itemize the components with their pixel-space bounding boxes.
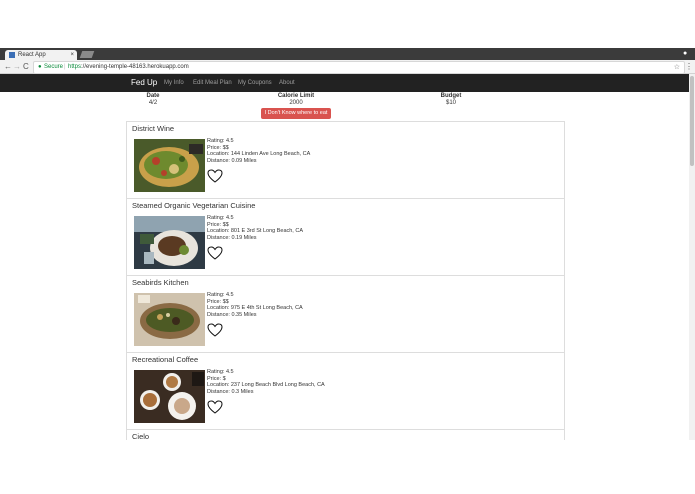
- react-favicon-icon: [9, 52, 15, 58]
- url-text: https://evening-temple-48163.herokuapp.c…: [68, 64, 189, 70]
- bookmark-star-icon[interactable]: ☆: [674, 62, 680, 73]
- tab-title: React App: [18, 52, 46, 58]
- heart-icon[interactable]: [207, 246, 223, 260]
- location: Location: 144 Linden Ave Long Beach, CA: [207, 151, 311, 157]
- nav-edit-meal-plan[interactable]: Edit Meal Plan: [193, 74, 232, 92]
- scrollbar-thumb[interactable]: [690, 76, 694, 166]
- new-tab-button[interactable]: [79, 51, 95, 58]
- restaurant-card: District Wine Rating: 4.5 Price: $$ Loca…: [126, 121, 565, 199]
- browser-menu-icon[interactable]: ⋮: [685, 61, 693, 72]
- nav-my-info[interactable]: My Info: [164, 74, 184, 92]
- distance: Distance: 0.09 Miles: [207, 157, 257, 164]
- tab-close-icon[interactable]: ×: [70, 50, 74, 60]
- restaurant-name[interactable]: Steamed Organic Vegetarian Cuisine: [132, 201, 255, 210]
- secure-label: Secure: [44, 64, 64, 70]
- lock-icon: ●: [38, 64, 42, 70]
- restaurant-details: Rating: 4.5 Price: $$ Location: 801 E 3r…: [207, 215, 303, 241]
- restaurant-details: Rating: 4.5 Price: $$ Location: 975 E 4t…: [207, 292, 303, 318]
- restaurant-name[interactable]: Recreational Coffee: [132, 355, 198, 364]
- browser-tab[interactable]: React App ×: [5, 50, 77, 60]
- calorie-limit-label: Calorie Limit: [277, 93, 315, 99]
- budget-label: Budget: [440, 93, 462, 99]
- date-value: 4/2: [148, 100, 158, 106]
- restaurant-card: Steamed Organic Vegetarian Cuisine Ratin…: [126, 198, 565, 276]
- heart-icon[interactable]: [207, 323, 223, 337]
- address-bar[interactable]: ● Secure | https://evening-temple-48163.…: [33, 61, 685, 74]
- brand-link[interactable]: Fed Up: [131, 74, 157, 92]
- coffee-cups-photo: [134, 370, 205, 423]
- calorie-limit-value: 2000: [289, 100, 303, 106]
- location: Location: 237 Long Beach Blvd Long Beach…: [207, 382, 325, 388]
- restaurant-details: Rating: 4.5 Price: $$ Location: 144 Lind…: [207, 138, 310, 164]
- address-separator: |: [64, 64, 66, 70]
- restaurant-card: Recreational Coffee Rating: 4.5 Price: $…: [126, 352, 565, 430]
- location: Location: 975 E 4th St Long Beach, CA: [207, 305, 303, 311]
- browser-tab-strip: [0, 48, 695, 60]
- random-restaurant-button[interactable]: I Don't Know where to eat: [261, 108, 331, 119]
- nav-about[interactable]: About: [279, 74, 295, 92]
- heart-icon[interactable]: [207, 400, 223, 414]
- budget-value: $10: [445, 100, 456, 106]
- vegetarian-plate-photo: [134, 216, 205, 269]
- location: Location: 801 E 3rd St Long Beach, CA: [207, 228, 304, 234]
- date-label: Date: [146, 93, 160, 99]
- restaurant-details: Rating: 4.5 Price: $ Location: 237 Long …: [207, 369, 325, 395]
- distance: Distance: 0.3 Miles: [207, 388, 254, 395]
- flatbread-pizza-photo: [134, 139, 205, 192]
- nav-my-coupons[interactable]: My Coupons: [238, 74, 272, 92]
- distance: Distance: 0.19 Miles: [207, 234, 257, 241]
- back-arrow-icon[interactable]: ←: [4, 61, 12, 72]
- distance: Distance: 0.35 Miles: [207, 311, 257, 318]
- page-bottom: [0, 440, 695, 494]
- heart-icon[interactable]: [207, 169, 223, 183]
- app-navbar: [0, 74, 689, 92]
- profile-icon[interactable]: ●: [683, 50, 691, 58]
- reload-icon[interactable]: C: [23, 61, 29, 72]
- salad-bowl-photo: [134, 293, 205, 346]
- restaurant-card: Seabirds Kitchen Rating: 4.5 Price: $$ L…: [126, 275, 565, 353]
- restaurant-name[interactable]: Seabirds Kitchen: [132, 278, 189, 287]
- forward-arrow-icon[interactable]: →: [13, 61, 21, 72]
- restaurant-name[interactable]: District Wine: [132, 124, 174, 133]
